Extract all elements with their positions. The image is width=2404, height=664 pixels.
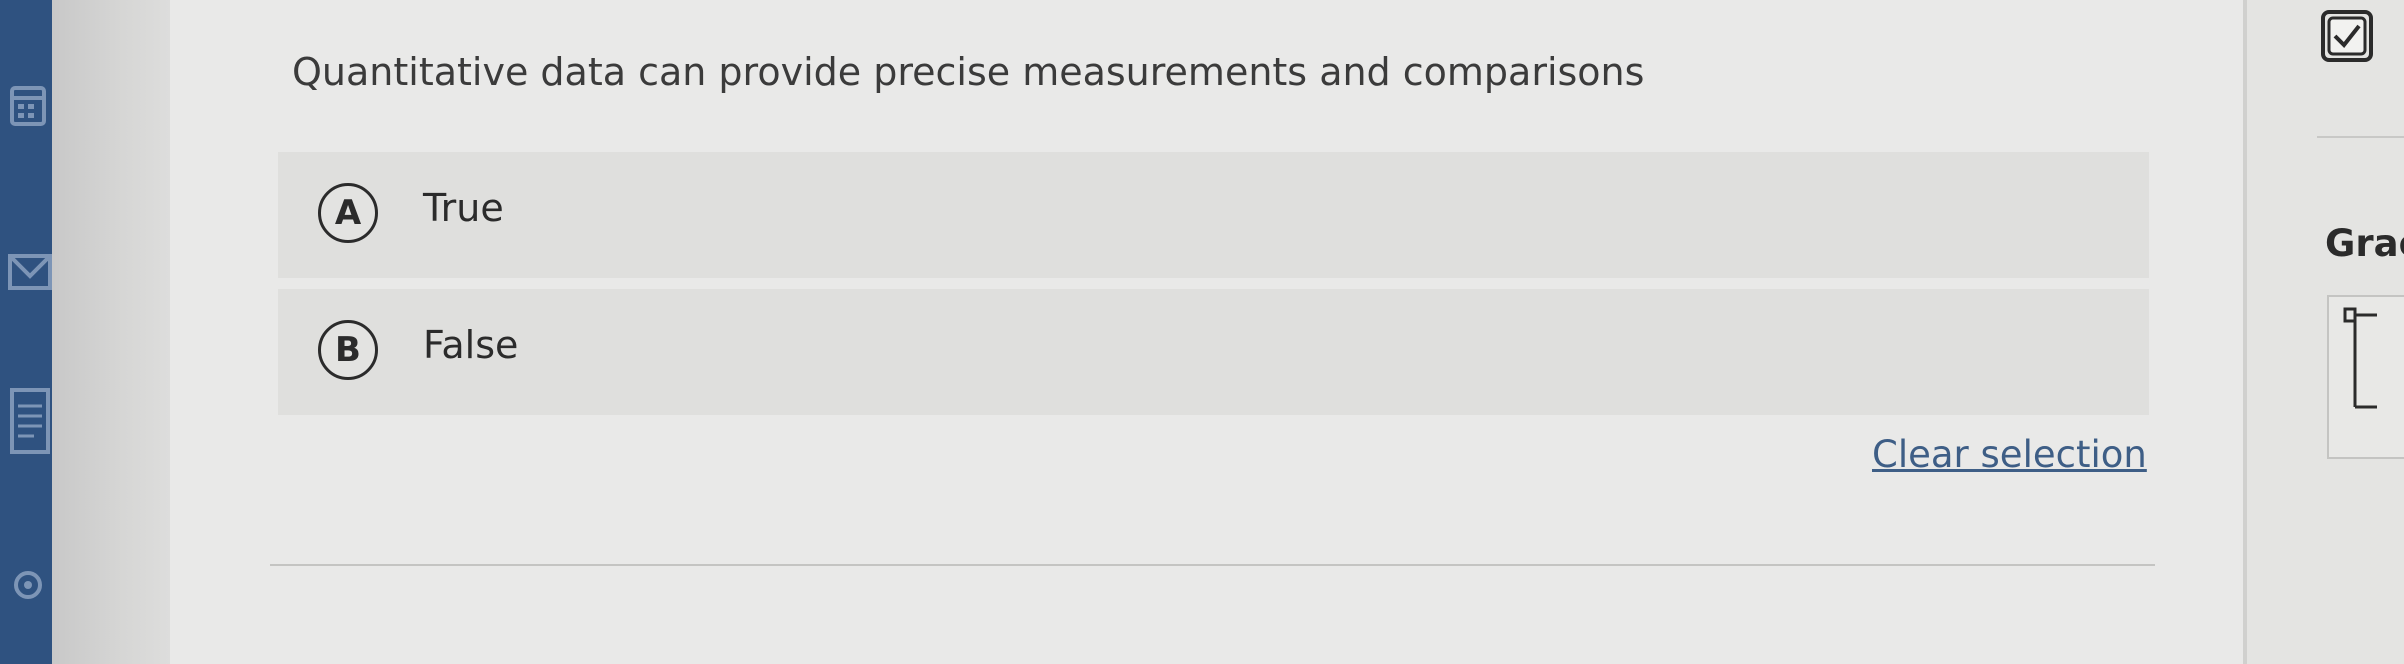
right-panel: Grac	[2247, 0, 2404, 664]
left-sidebar	[0, 0, 52, 664]
answer-option-b[interactable]: B False	[278, 289, 2149, 415]
document-list-icon[interactable]	[8, 388, 52, 462]
option-letter-badge: A	[318, 183, 378, 243]
option-label: True	[423, 186, 504, 230]
question-panel: Quantitative data can provide precise me…	[170, 0, 2243, 664]
question-text: Quantitative data can provide precise me…	[292, 50, 1645, 94]
mail-icon[interactable]	[8, 250, 52, 304]
answer-option-a[interactable]: A True	[278, 152, 2149, 278]
option-letter-badge: B	[318, 320, 378, 380]
option-label: False	[423, 323, 519, 367]
clear-selection-link[interactable]: Clear selection	[1872, 433, 2147, 476]
check-box-icon[interactable]	[2319, 8, 2379, 66]
settings-icon[interactable]	[8, 555, 52, 619]
bookmark-icon	[2343, 307, 2377, 409]
grade-heading: Grac	[2325, 222, 2404, 265]
grade-box	[2327, 295, 2404, 459]
right-panel-divider	[2317, 136, 2404, 138]
calendar-icon[interactable]	[8, 78, 48, 152]
section-divider	[270, 564, 2155, 566]
sidebar-divider	[52, 0, 170, 664]
